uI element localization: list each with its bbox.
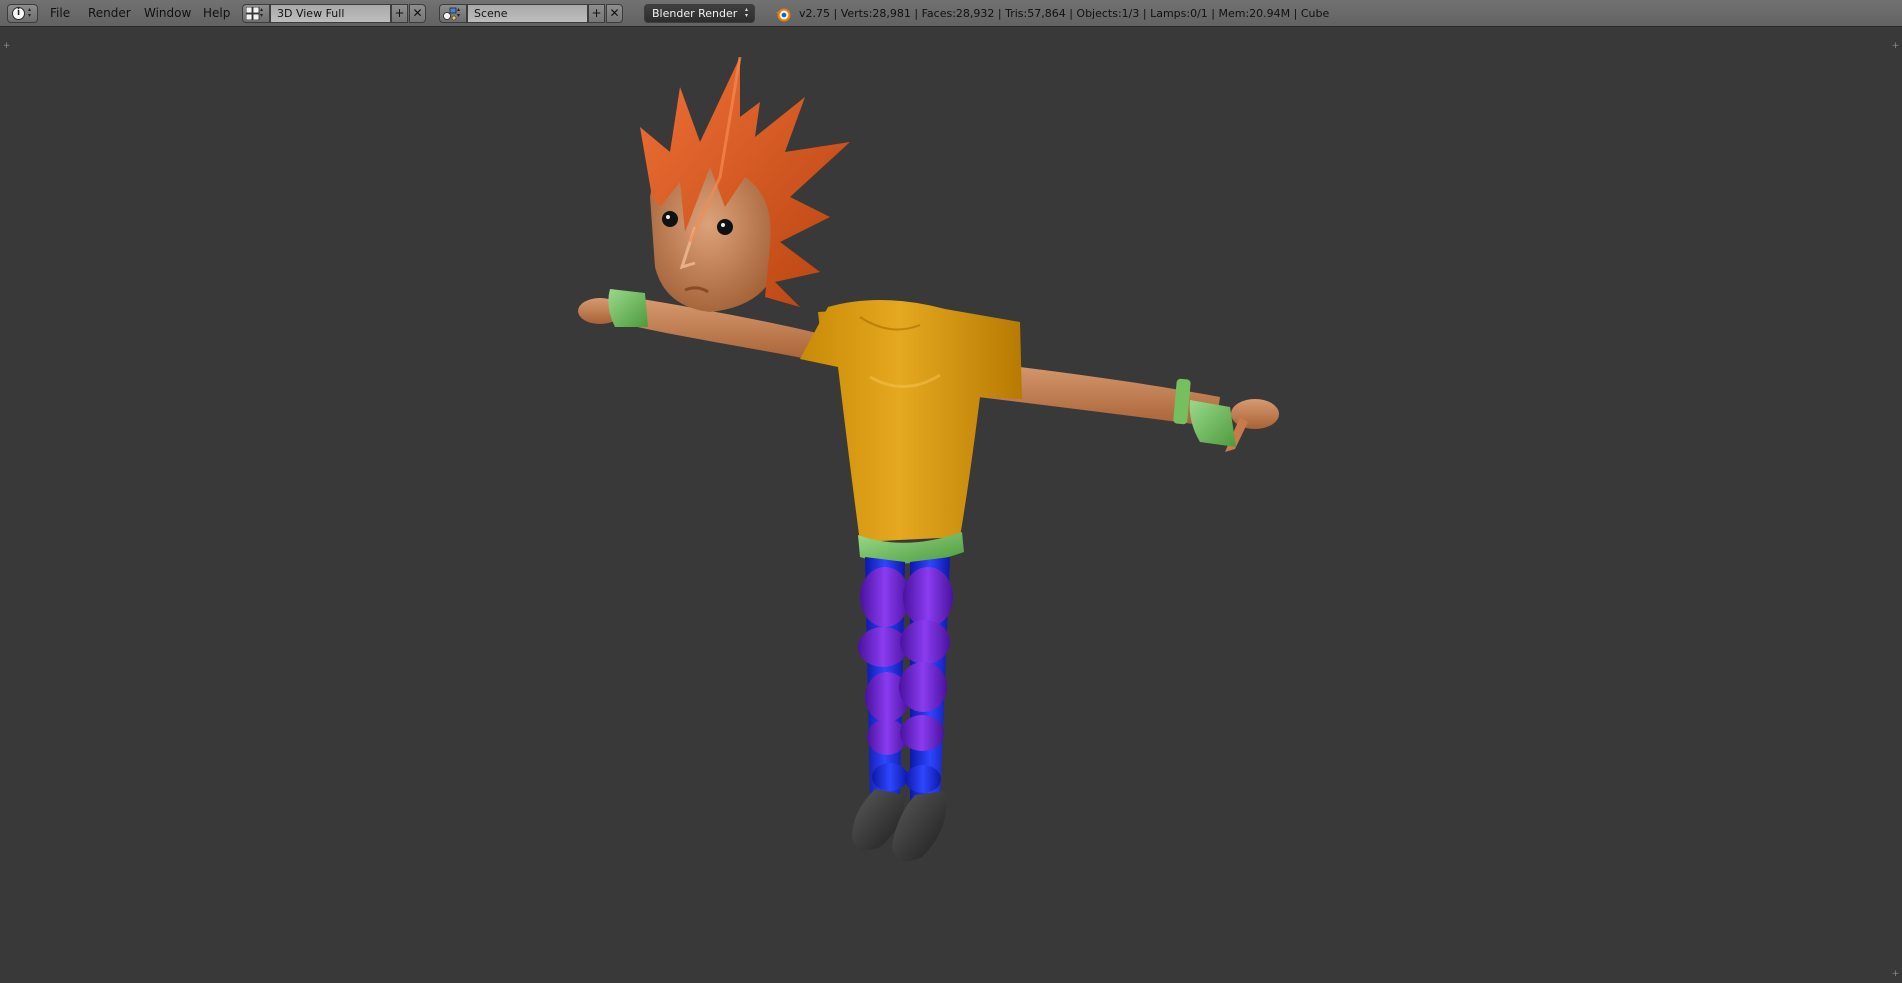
area-split-corner-icon[interactable]: + bbox=[2, 42, 11, 51]
render-engine-label: Blender Render bbox=[652, 7, 738, 20]
remove-scene-button[interactable]: ✕ bbox=[606, 4, 623, 23]
scene-icon bbox=[443, 7, 457, 21]
scene-statistics: v2.75 | Verts:28,981 | Faces:28,932 | Tr… bbox=[799, 7, 1330, 20]
layout-grid-icon bbox=[246, 7, 260, 20]
render-engine-select[interactable]: Blender Render ▴ ▾ bbox=[644, 4, 755, 23]
3d-viewport[interactable]: + + + bbox=[0, 27, 1902, 983]
updown-arrows-icon: ▴ ▾ bbox=[260, 6, 264, 19]
x-icon: ✕ bbox=[609, 6, 620, 20]
updown-arrows-icon: ▴ ▾ bbox=[745, 6, 749, 19]
blender-logo-icon bbox=[776, 8, 791, 22]
screen-layout-field[interactable]: 3D View Full bbox=[270, 4, 391, 23]
add-screen-layout-button[interactable]: + bbox=[391, 4, 408, 23]
updown-arrows-icon: ▴ ▾ bbox=[28, 6, 32, 19]
updown-arrows-icon: ▴ ▾ bbox=[457, 6, 461, 19]
menu-file[interactable]: File bbox=[50, 6, 70, 20]
menu-window[interactable]: Window bbox=[144, 6, 191, 20]
menu-help[interactable]: Help bbox=[203, 6, 230, 20]
screen-layout-browse-button[interactable]: ▴ ▾ bbox=[242, 4, 270, 23]
add-scene-button[interactable]: + bbox=[588, 4, 605, 23]
info-icon: i bbox=[12, 7, 25, 20]
plus-icon: + bbox=[394, 6, 405, 20]
area-split-corner-icon[interactable]: + bbox=[1891, 970, 1900, 979]
area-split-corner-icon[interactable]: + bbox=[1891, 42, 1900, 51]
info-header: i ▴ ▾ File Render Window Help ▴ ▾ 3D View … bbox=[0, 0, 1902, 27]
menu-render[interactable]: Render bbox=[88, 6, 131, 20]
scene-field[interactable]: Scene bbox=[467, 4, 588, 23]
editor-type-button[interactable]: i ▴ ▾ bbox=[7, 4, 38, 23]
x-icon: ✕ bbox=[412, 6, 423, 20]
plus-icon: + bbox=[591, 6, 602, 20]
scene-browse-button[interactable]: ▴ ▾ bbox=[439, 4, 467, 23]
character-model[interactable] bbox=[560, 57, 1300, 927]
remove-screen-layout-button[interactable]: ✕ bbox=[409, 4, 426, 23]
